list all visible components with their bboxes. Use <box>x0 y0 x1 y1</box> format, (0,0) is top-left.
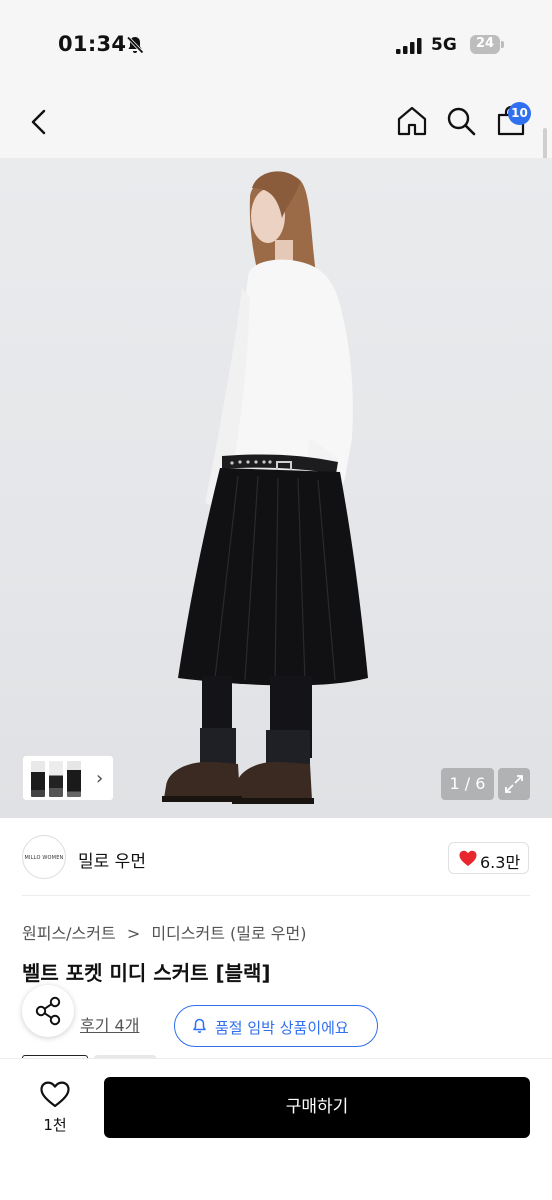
battery-icon: 24 <box>470 35 504 54</box>
share-icon <box>35 996 61 1026</box>
heart-filled-icon <box>459 850 477 866</box>
chevron-right-icon[interactable]: › <box>96 768 103 789</box>
thumbnail-1[interactable] <box>31 761 45 797</box>
thumbnail-3[interactable] <box>67 761 81 797</box>
low-stock-notice: 품절 임박 상품이에요 <box>174 1005 378 1047</box>
buy-button[interactable]: 구매하기 <box>104 1077 530 1138</box>
heart-outline-icon <box>40 1081 70 1108</box>
bell-muted-icon <box>126 36 144 54</box>
breadcrumb-separator: > <box>126 924 141 943</box>
expand-icon[interactable] <box>498 768 530 800</box>
bottom-action-bar: 1천 구매하기 <box>0 1058 552 1200</box>
status-bar: 01:34 5G 24 <box>0 0 552 90</box>
battery-level: 24 <box>475 36 495 51</box>
thumbnail-2[interactable] <box>49 761 63 797</box>
product-image[interactable]: › <box>0 158 552 818</box>
low-stock-text: 품절 임박 상품이에요 <box>215 1019 349 1037</box>
wishlist-count: 1천 <box>43 1116 67 1134</box>
gallery-thumbnails[interactable]: › <box>22 755 114 801</box>
product-title: 벨트 포켓 미디 스커트 [블랙] <box>22 961 271 985</box>
breadcrumb-subcategory[interactable]: 미디스커트 (밀로 우먼) <box>151 924 306 943</box>
share-button[interactable] <box>22 985 74 1037</box>
brand-like-button[interactable]: 6.3만 <box>448 842 529 874</box>
brand-name[interactable]: 밀로 우먼 <box>78 847 146 872</box>
wishlist-button[interactable]: 1천 <box>30 1079 80 1139</box>
model-illustration <box>162 171 368 804</box>
breadcrumb: 원피스/스커트 > 미디스커트 (밀로 우먼) <box>22 920 312 944</box>
search-icon[interactable] <box>445 105 477 137</box>
network-type: 5G <box>431 35 457 55</box>
back-icon[interactable] <box>24 106 56 138</box>
home-icon[interactable] <box>396 105 428 137</box>
cart-count-badge: 10 <box>508 102 531 125</box>
signal-icon <box>396 38 422 54</box>
divider <box>22 895 530 896</box>
breadcrumb-category[interactable]: 원피스/스커트 <box>22 924 116 943</box>
bell-icon <box>193 1018 206 1033</box>
brand-logo[interactable]: MILLO WOMEN <box>22 835 66 879</box>
top-navigation <box>0 90 552 158</box>
status-time: 01:34 <box>58 32 127 56</box>
brand-like-count: 6.3만 <box>480 853 521 872</box>
brand-row: MILLO WOMEN 밀로 우먼 6.3만 <box>0 818 552 896</box>
image-page-indicator: 1 / 6 <box>441 768 494 800</box>
review-link[interactable]: 후기 4개 <box>80 1012 139 1036</box>
